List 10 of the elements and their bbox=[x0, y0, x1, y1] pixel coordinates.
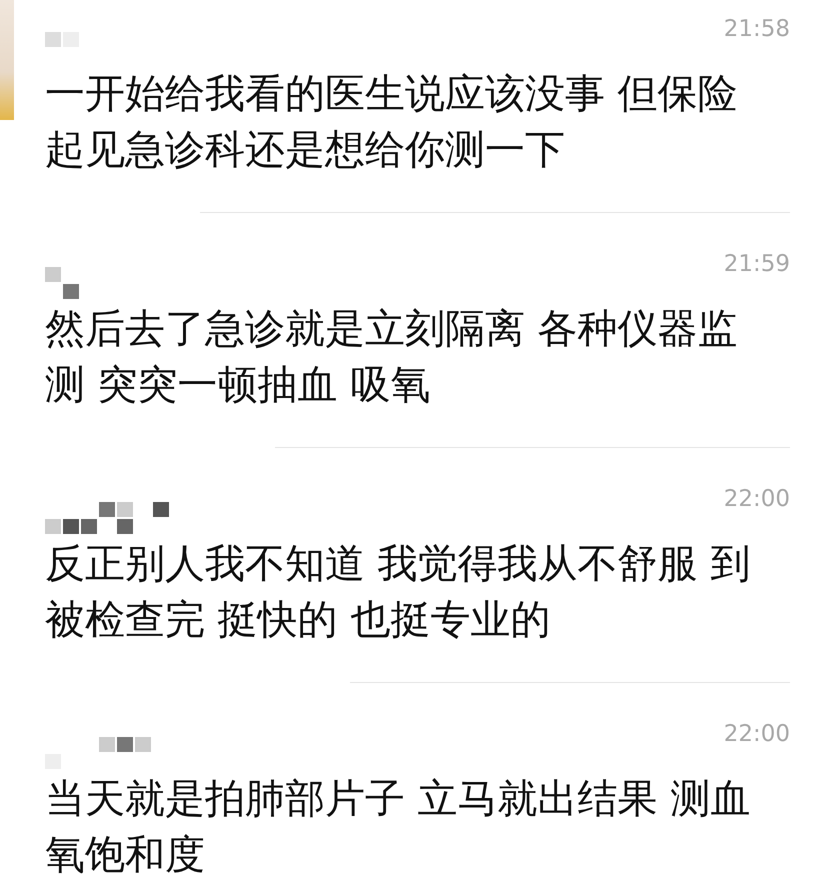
pixelated-name-drawing bbox=[45, 267, 79, 299]
message-time: 22:00 bbox=[724, 721, 790, 747]
message-text: 一开始给我看的医生说应该没事 但保险起见急诊科还是想给你测一下 bbox=[45, 70, 739, 175]
message-text: 当天就是拍肺部片子 立马就出结果 测血氧饱和度 bbox=[45, 775, 752, 880]
pixelated-name-drawing bbox=[45, 32, 79, 47]
message-time: 21:59 bbox=[724, 251, 790, 277]
message-time: 21:58 bbox=[724, 16, 790, 42]
message-text: 然后去了急诊就是立刻隔离 各种仪器监测 突突一顿抽血 吸氧 bbox=[45, 305, 739, 410]
message-time: 22:00 bbox=[724, 486, 790, 512]
message-text: 反正别人我不知道 我觉得我从不舒服 到被检查完 挺快的 也挺专业的 bbox=[45, 540, 752, 645]
